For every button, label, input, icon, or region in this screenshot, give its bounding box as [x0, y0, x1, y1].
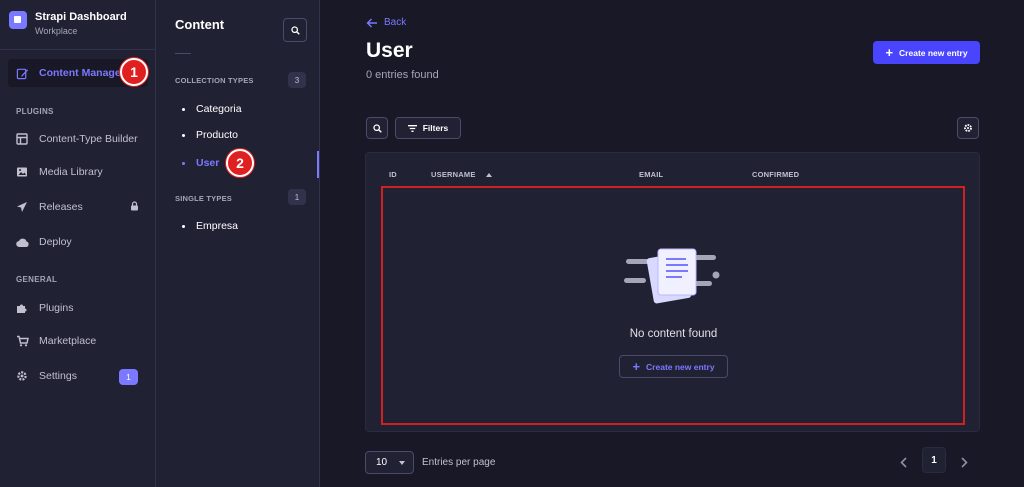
- column-header-label: USERNAME: [431, 170, 476, 179]
- filters-button[interactable]: Filters: [395, 117, 461, 139]
- page-number-button[interactable]: 1: [922, 447, 946, 473]
- search-icon: [372, 123, 382, 133]
- image-icon: [15, 165, 29, 179]
- nav-item-deploy[interactable]: Deploy: [8, 228, 148, 256]
- puzzle-icon: [15, 301, 29, 315]
- cloud-icon: [15, 235, 29, 249]
- nav-section-general: GENERAL: [16, 275, 58, 284]
- nav-item-label: Media Library: [39, 166, 103, 178]
- nav-item-media-library[interactable]: Media Library: [8, 158, 148, 186]
- column-header-email[interactable]: EMAIL: [639, 170, 663, 179]
- nav-item-marketplace[interactable]: Marketplace: [8, 327, 148, 355]
- gear-icon: [15, 369, 29, 383]
- entries-count: 0 entries found: [366, 69, 439, 81]
- nav-item-content-type-builder[interactable]: Content-Type Builder: [8, 125, 148, 153]
- collection-item-user[interactable]: User: [182, 157, 219, 169]
- content-sidebar: Content COLLECTION TYPES 3 Categoria Pro…: [156, 0, 320, 487]
- nav-item-plugins[interactable]: Plugins: [8, 294, 148, 322]
- nav-item-label: Settings: [39, 370, 77, 382]
- nav-item-label: Content-Type Builder: [39, 133, 138, 145]
- collection-item-producto[interactable]: Producto: [182, 129, 238, 141]
- button-label: Create new entry: [646, 361, 715, 372]
- column-header-username[interactable]: USERNAME: [431, 170, 492, 179]
- nav-item-label: Marketplace: [39, 335, 97, 347]
- button-label: Filters: [422, 123, 449, 133]
- bullet: [182, 107, 185, 111]
- single-types-label: SINGLE TYPES: [175, 194, 232, 203]
- collection-item-label: Categoria: [196, 103, 242, 115]
- strapi-logo-icon: [9, 11, 27, 29]
- create-new-entry-button[interactable]: + Create new entry: [873, 41, 980, 64]
- step-marker-2: 2: [226, 149, 254, 177]
- sort-ascending-icon: [485, 172, 492, 177]
- highlight-box: [381, 186, 965, 425]
- page-title: User: [366, 39, 413, 62]
- collection-item-label: Producto: [196, 129, 239, 141]
- main-nav: Strapi Dashboard Workplace Content Manag…: [0, 0, 156, 487]
- column-header-confirmed[interactable]: CONFIRMED: [752, 170, 799, 179]
- nav-section-plugins: PLUGINS: [16, 107, 54, 116]
- sidebar-search-button[interactable]: [283, 18, 307, 42]
- single-types-count: 1: [288, 189, 306, 205]
- bullet: [182, 133, 185, 137]
- gear-icon: [964, 124, 972, 132]
- search-button[interactable]: [366, 117, 388, 139]
- bullet: [182, 161, 185, 165]
- chevron-down-icon: [399, 461, 405, 465]
- search-icon: [290, 25, 300, 35]
- plus-icon: +: [885, 45, 894, 60]
- back-label: Back: [384, 17, 407, 28]
- single-item-label: Empresa: [196, 220, 239, 232]
- empty-documents-icon: [624, 248, 720, 304]
- nav-item-label: Plugins: [39, 302, 74, 314]
- filter-icon: [407, 124, 417, 132]
- bullet: [182, 224, 185, 228]
- divider: [175, 53, 191, 54]
- single-item-empresa[interactable]: Empresa: [182, 220, 238, 232]
- lock-icon: [130, 200, 139, 214]
- collection-item-label: User: [196, 157, 220, 169]
- pencil-icon: [15, 66, 29, 80]
- nav-item-releases[interactable]: Releases: [8, 193, 148, 221]
- chevron-right-icon: [960, 456, 968, 468]
- page-size-select[interactable]: 10: [365, 451, 414, 474]
- nav-item-label: Content Manager: [39, 67, 125, 79]
- layout-icon: [15, 132, 29, 146]
- settings-button[interactable]: [957, 117, 979, 139]
- step-marker-1: 1: [120, 58, 148, 86]
- entries-table: ID USERNAME EMAIL CONFIRMED No content f…: [365, 152, 980, 432]
- brand-title: Strapi Dashboard: [35, 11, 127, 23]
- paper-plane-icon: [15, 200, 29, 214]
- entries-per-page-label: Entries per page: [422, 457, 496, 468]
- column-header-id[interactable]: ID: [389, 170, 397, 179]
- settings-badge: 1: [119, 369, 138, 385]
- sidebar-title: Content: [175, 17, 225, 32]
- chevron-left-icon: [899, 456, 907, 468]
- empty-create-entry-button[interactable]: + Create new entry: [619, 355, 728, 378]
- empty-state-text: No content found: [629, 328, 718, 340]
- next-page-button[interactable]: [953, 451, 975, 473]
- active-indicator: [317, 151, 319, 178]
- nav-item-label: Deploy: [39, 236, 72, 248]
- brand: Strapi Dashboard Workplace: [0, 0, 155, 50]
- back-link[interactable]: Back: [366, 17, 406, 28]
- collection-item-categoria[interactable]: Categoria: [182, 103, 242, 115]
- button-label: Create new entry: [899, 47, 968, 58]
- collection-types-count: 3: [288, 72, 306, 88]
- cart-icon: [15, 334, 29, 348]
- arrow-left-icon: [366, 18, 377, 27]
- plus-icon: +: [632, 359, 641, 374]
- page-size-value: 10: [376, 457, 388, 468]
- nav-item-label: Releases: [39, 201, 83, 213]
- brand-subtitle: Workplace: [35, 26, 78, 36]
- previous-page-button[interactable]: [892, 451, 914, 473]
- collection-types-label: COLLECTION TYPES: [175, 76, 254, 85]
